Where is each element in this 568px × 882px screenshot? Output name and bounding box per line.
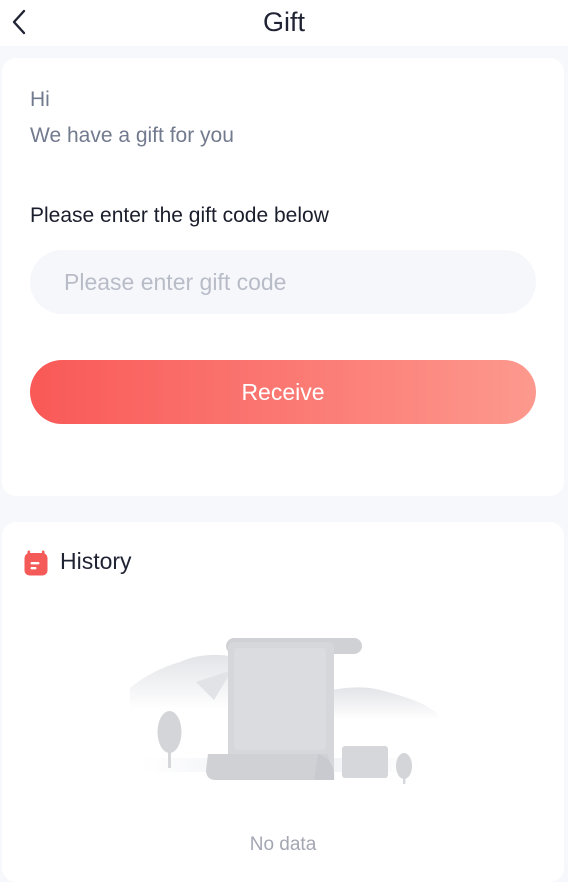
instruction-text: Please enter the gift code below: [30, 204, 329, 227]
calendar-icon: [24, 550, 48, 576]
history-card: History No data: [2, 522, 564, 882]
gift-code-input[interactable]: [30, 250, 536, 314]
history-title: History: [60, 548, 132, 574]
top-navigation-bar: Gift: [0, 0, 568, 46]
gift-message: We have a gift for you: [30, 124, 234, 147]
gift-card: Hi We have a gift for you Please enter t…: [2, 58, 564, 496]
empty-state-text: No data: [249, 834, 317, 855]
empty-scroll-illustration: [130, 638, 438, 784]
page-title: Gift: [262, 7, 305, 37]
receive-button[interactable]: Receive: [30, 360, 536, 424]
greeting-text: Hi: [30, 88, 50, 111]
